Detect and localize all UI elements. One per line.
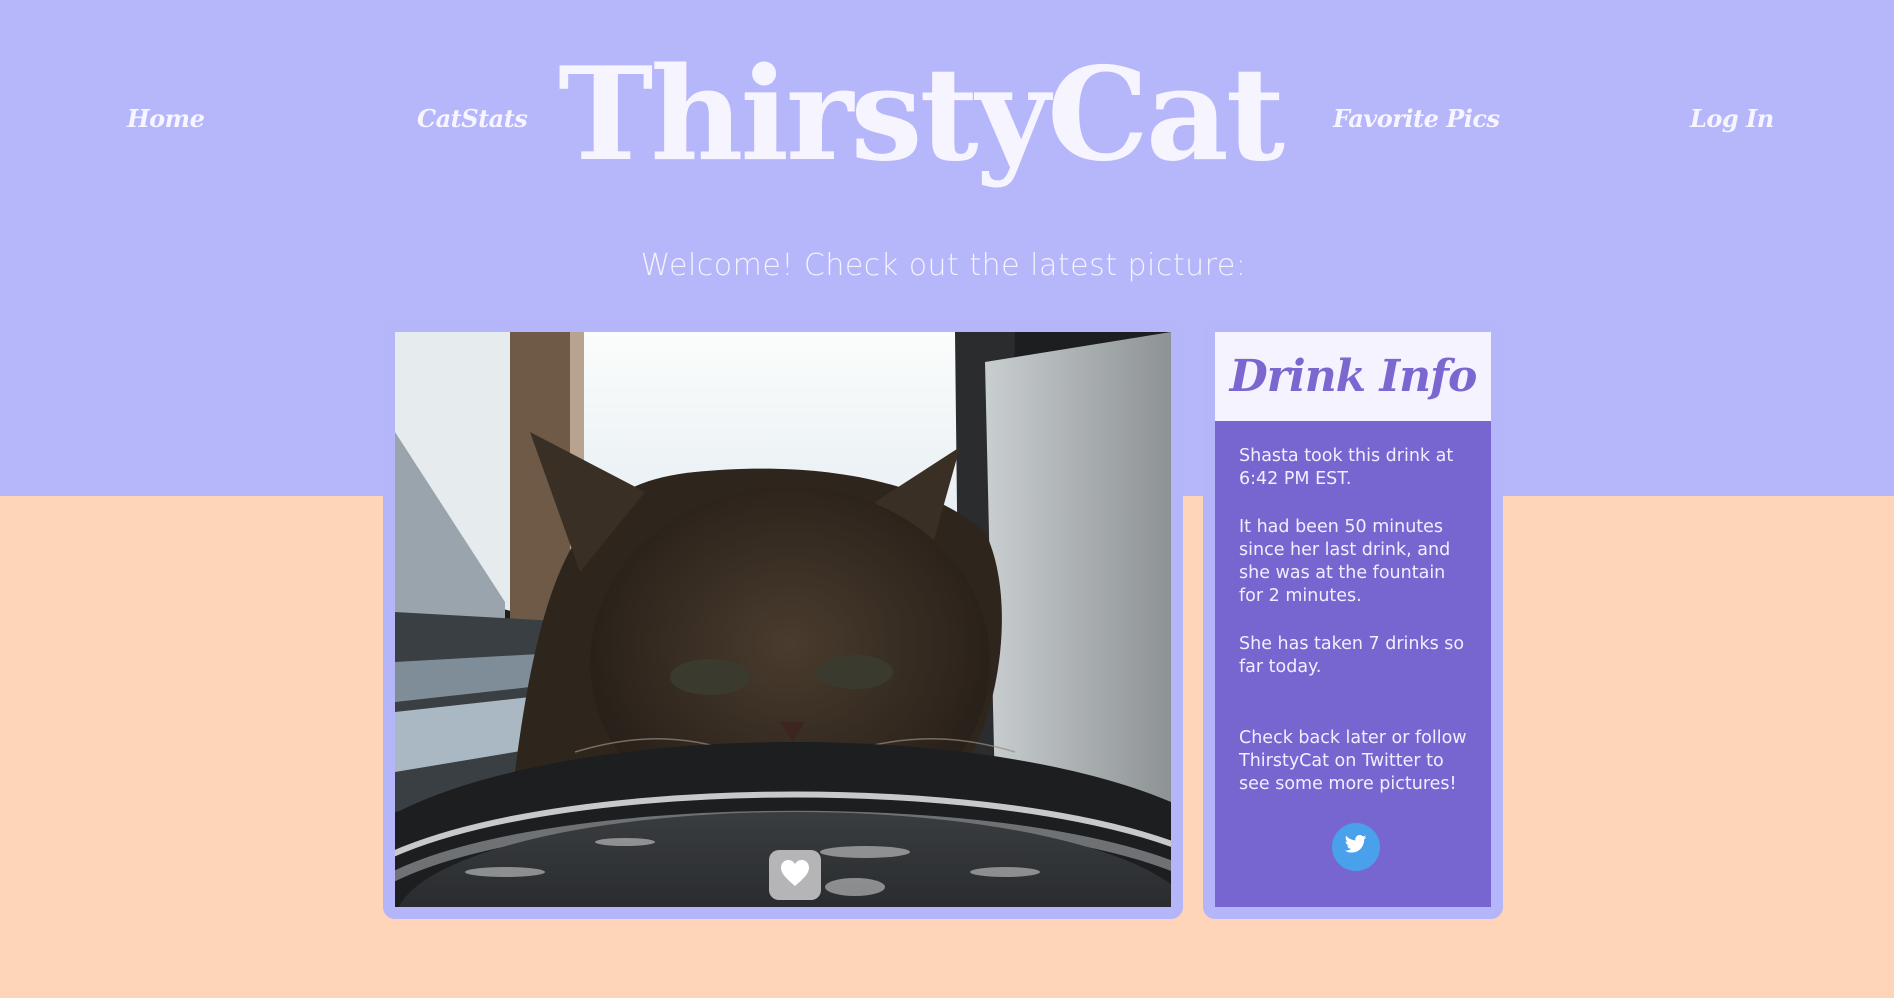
drink-info-title: Drink Info — [1229, 351, 1478, 402]
drink-count-text: She has taken 7 drinks so far today. — [1239, 634, 1465, 677]
heart-icon — [779, 858, 811, 892]
twitter-bird-icon — [1344, 834, 1367, 860]
like-button[interactable] — [769, 850, 821, 900]
welcome-message: Welcome! Check out the latest picture: — [640, 248, 1247, 283]
drink-info-card: Drink Info Shasta took this drink at 6:4… — [1203, 320, 1503, 919]
nav-favorite-pics-link[interactable]: Favorite Pics — [1333, 104, 1500, 133]
drink-interval-text: It had been 50 minutes since her last dr… — [1239, 517, 1451, 606]
drink-time-text: Shasta took this drink at 6:42 PM EST. — [1239, 446, 1454, 489]
nav-login-link[interactable]: Log In — [1690, 104, 1774, 133]
twitter-button[interactable] — [1332, 823, 1380, 871]
site-title: ThirstyCat — [558, 40, 1285, 190]
drink-info-body: Shasta took this drink at 6:42 PM EST. I… — [1215, 421, 1491, 907]
drink-info-header: Drink Info — [1215, 332, 1491, 421]
follow-up-text: Check back later or follow ThirstyCat on… — [1239, 728, 1467, 794]
latest-cat-photo — [395, 332, 1171, 907]
cat-drinking-image — [395, 332, 1171, 907]
latest-photo-card — [383, 320, 1183, 919]
